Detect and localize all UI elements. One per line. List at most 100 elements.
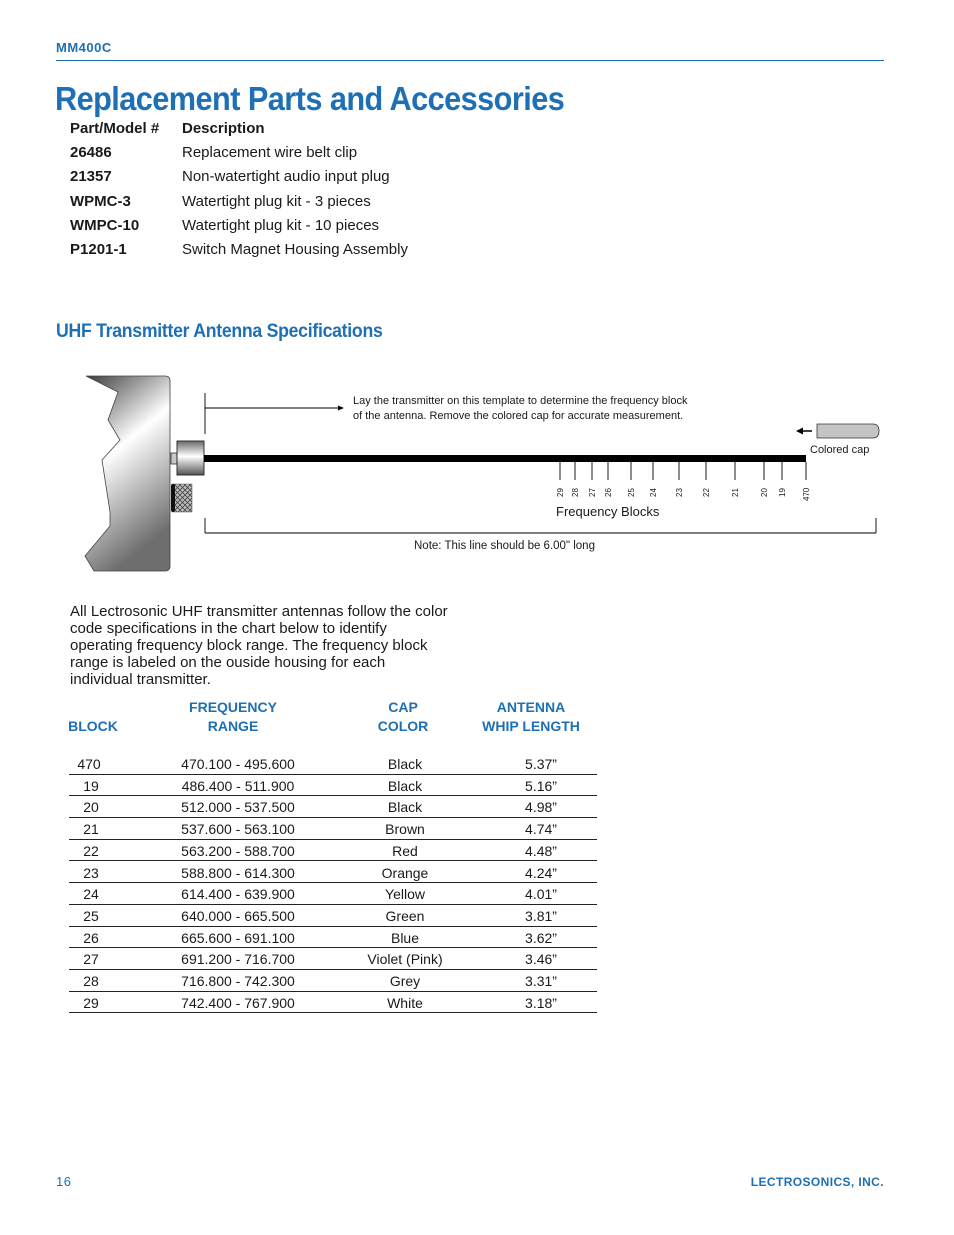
cell-whip-length: 4.01” xyxy=(525,886,557,903)
cell-cap-color: Orange xyxy=(381,864,429,881)
spec-table-row: 29 742.400 - 767.900 White 3.18” xyxy=(69,992,597,1014)
cell-whip-length: 4.48” xyxy=(525,842,557,859)
frequency-block-tick-label: 19 xyxy=(778,488,787,497)
cell-frequency-range: 691.200 - 716.700 xyxy=(181,951,295,968)
spec-table-row: 26 665.600 - 691.100 Blue 3.62” xyxy=(69,927,597,949)
cell-block: 22 xyxy=(83,842,99,859)
row-divider xyxy=(69,1012,597,1014)
header-divider xyxy=(56,60,884,61)
part-number: 26486 xyxy=(70,144,112,161)
frequency-block-tick-label: 26 xyxy=(604,488,613,497)
frequency-blocks-label: Frequency Blocks xyxy=(556,504,660,519)
cell-frequency-range: 563.200 - 588.700 xyxy=(181,842,295,859)
spec-table-row: 24 614.400 - 639.900 Yellow 4.01” xyxy=(69,883,597,905)
frequency-block-tick-label: 20 xyxy=(760,488,769,497)
part-number: P1201-1 xyxy=(70,241,127,258)
col-header-cap-2: COLOR xyxy=(377,718,429,734)
arrow-left-icon xyxy=(796,427,803,435)
cell-whip-length: 3.81” xyxy=(525,907,557,924)
cell-frequency-range: 486.400 - 511.900 xyxy=(181,777,295,794)
spec-table-row: 21 537.600 - 563.100 Brown 4.74” xyxy=(69,818,597,840)
col-header-cap-1: CAP xyxy=(388,699,418,715)
frequency-block-tick-label: 23 xyxy=(675,488,684,497)
antenna-intro-paragraph: All Lectrosonic UHF transmitter antennas… xyxy=(70,603,448,688)
connector-stub xyxy=(170,452,178,465)
cell-frequency-range: 665.600 - 691.100 xyxy=(181,929,295,946)
template-instruction-line1: Lay the transmitter on this template to … xyxy=(353,395,688,407)
part-description: Non-watertight audio input plug xyxy=(182,168,390,185)
cell-block: 25 xyxy=(83,907,99,924)
cell-frequency-range: 716.800 - 742.300 xyxy=(181,973,295,989)
cell-whip-length: 5.16” xyxy=(525,777,557,794)
cell-whip-length: 4.98” xyxy=(525,799,557,816)
frequency-block-tick-label: 27 xyxy=(588,488,597,497)
arrow-right-icon xyxy=(338,405,344,411)
page-title: Replacement Parts and Accessories xyxy=(55,80,565,117)
parts-header-part: Part/Model # xyxy=(70,120,160,137)
template-instruction-line2: of the antenna. Remove the colored cap f… xyxy=(353,410,683,422)
frequency-block-tick-label: 24 xyxy=(649,488,658,497)
part-number: 21357 xyxy=(70,168,112,185)
col-header-antenna-2: WHIP LENGTH xyxy=(482,718,580,734)
cell-cap-color: White xyxy=(387,994,423,1011)
spec-table-row: 470 470.100 - 495.600 Black 5.37” xyxy=(69,753,597,775)
frequency-block-tick-label: 29 xyxy=(556,488,565,497)
cell-cap-color: Grey xyxy=(389,973,421,989)
frequency-block-tick-label: 25 xyxy=(627,488,636,497)
frequency-block-tick-label: 21 xyxy=(731,488,740,497)
cell-cap-color: Green xyxy=(385,907,425,924)
transmitter-housing-icon xyxy=(84,375,171,572)
cell-block: 19 xyxy=(83,777,99,794)
cell-frequency-range: 537.600 - 563.100 xyxy=(181,821,295,838)
cell-block: 24 xyxy=(83,886,99,903)
cell-whip-length: 3.31” xyxy=(525,973,557,989)
cell-whip-length: 4.74” xyxy=(525,821,557,838)
col-header-frequency-1: FREQUENCY xyxy=(189,699,277,715)
frequency-block-tick-label: 470 xyxy=(802,487,811,501)
spec-table-row: 25 640.000 - 665.500 Green 3.81” xyxy=(69,905,597,927)
col-header-antenna-1: ANTENNA xyxy=(496,699,566,715)
cell-block: 27 xyxy=(83,951,99,968)
frequency-block-tick-label: 28 xyxy=(571,488,580,497)
colored-cap-label: Colored cap xyxy=(810,444,869,456)
cell-block: 21 xyxy=(83,821,99,838)
cell-cap-color: Brown xyxy=(385,821,425,838)
page-number: 16 xyxy=(56,1174,72,1189)
spec-table-row: 19 486.400 - 511.900 Black 5.16” xyxy=(69,775,597,797)
cell-frequency-range: 640.000 - 665.500 xyxy=(181,907,295,924)
cell-block: 23 xyxy=(83,864,99,881)
col-header-block: BLOCK xyxy=(68,718,118,734)
cell-cap-color: Black xyxy=(387,756,423,772)
part-number: WPMC-3 xyxy=(70,193,131,210)
document-model-header: MM400C xyxy=(56,40,112,55)
frequency-block-tick-label: 22 xyxy=(702,488,711,497)
parts-header-description: Description xyxy=(182,120,265,137)
cell-whip-length: 5.37” xyxy=(525,756,557,772)
cell-cap-color: Violet (Pink) xyxy=(367,951,443,968)
cell-frequency-range: 614.400 - 639.900 xyxy=(181,886,295,903)
cell-frequency-range: 742.400 - 767.900 xyxy=(181,994,295,1011)
cell-frequency-range: 512.000 - 537.500 xyxy=(181,799,295,816)
cell-cap-color: Black xyxy=(387,799,423,816)
spec-table-row: 27 691.200 - 716.700 Violet (Pink) 3.46” xyxy=(69,948,597,970)
spec-table-row: 20 512.000 - 537.500 Black 4.98” xyxy=(69,796,597,819)
cell-frequency-range: 588.800 - 614.300 xyxy=(181,864,295,881)
cell-cap-color: Red xyxy=(392,842,418,859)
cell-cap-color: Yellow xyxy=(385,886,425,903)
part-number: WMPC-10 xyxy=(70,217,140,234)
spec-table-row: 22 563.200 - 588.700 Red 4.48” xyxy=(69,840,597,862)
reference-line-note: Note: This line should be 6.00" long xyxy=(414,540,595,552)
cell-block: 28 xyxy=(83,973,99,989)
frequency-block-ticks: 29 28 27 26 25 24 23 22 21 20 19 470 xyxy=(556,462,811,501)
part-description: Watertight plug kit - 3 pieces xyxy=(182,193,371,210)
col-header-frequency-2: RANGE xyxy=(207,718,259,734)
part-description: Replacement wire belt clip xyxy=(182,144,358,161)
cell-cap-color: Black xyxy=(387,777,423,794)
part-description: Watertight plug kit - 10 pieces xyxy=(182,217,380,234)
cell-block: 20 xyxy=(83,799,99,816)
cell-block: 470 xyxy=(77,756,101,772)
spec-table-row: 28 716.800 - 742.300 Grey 3.31” xyxy=(69,970,597,992)
cell-frequency-range: 470.100 - 495.600 xyxy=(181,756,295,772)
colored-cap-icon xyxy=(816,423,880,439)
antenna-whip xyxy=(204,455,806,462)
